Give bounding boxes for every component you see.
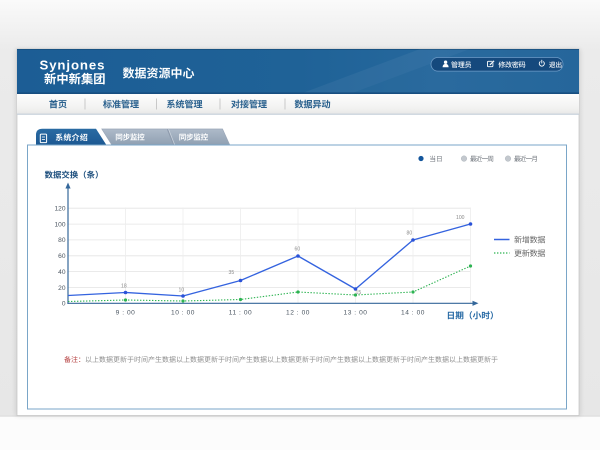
svg-text:100: 100 <box>456 215 465 221</box>
svg-text:35: 35 <box>229 270 235 276</box>
svg-text:Synjones: Synjones <box>40 57 106 72</box>
svg-text:14 : 00: 14 : 00 <box>401 310 425 317</box>
svg-text:80: 80 <box>407 231 413 237</box>
svg-text:9 : 00: 9 : 00 <box>116 310 136 317</box>
svg-text:60: 60 <box>295 247 301 253</box>
svg-text:120: 120 <box>54 206 65 213</box>
svg-text:40: 40 <box>58 269 66 276</box>
svg-text:10: 10 <box>179 288 185 294</box>
svg-text:100: 100 <box>54 221 65 228</box>
svg-text:13 : 00: 13 : 00 <box>343 310 367 317</box>
svg-text:60: 60 <box>58 253 66 260</box>
svg-text:10 : 00: 10 : 00 <box>171 310 195 317</box>
svg-text:80: 80 <box>58 237 66 244</box>
svg-text:18: 18 <box>121 284 127 290</box>
svg-text:20: 20 <box>58 285 66 292</box>
svg-text:12 : 00: 12 : 00 <box>286 310 310 317</box>
svg-text:15: 15 <box>356 290 362 296</box>
svg-text:11 : 00: 11 : 00 <box>229 310 253 317</box>
svg-text:0: 0 <box>62 301 66 308</box>
